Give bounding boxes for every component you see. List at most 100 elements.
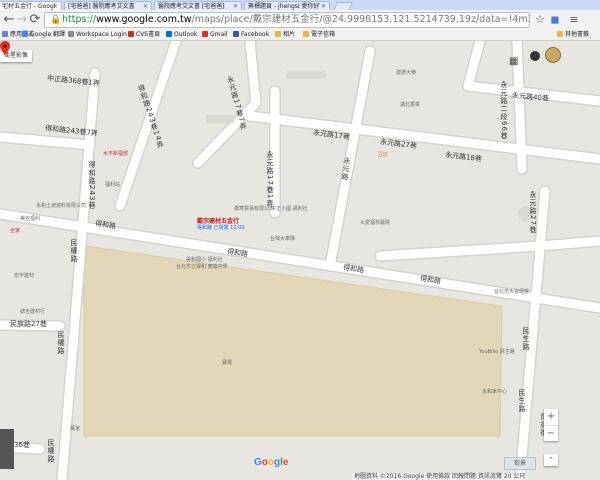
- poi-label: 美容福利: [20, 216, 41, 222]
- map-roads: [0, 41, 600, 480]
- bookmark-label: Facebook: [241, 31, 270, 38]
- street-view-thumbnail[interactable]: [0, 429, 14, 469]
- poi-label: 豆店: [378, 152, 389, 158]
- url-text: https://www.google.com.tw/maps/place/戴宗建…: [62, 13, 529, 27]
- bookmark-facebook[interactable]: Facebook: [233, 30, 269, 40]
- road-label: 得和路243巷: [88, 161, 96, 210]
- building-block: [206, 115, 234, 123]
- folder-icon: [557, 31, 563, 37]
- road-label: 民生路: [522, 327, 530, 351]
- road-label: 民生路: [518, 389, 526, 413]
- poi-label: 宏宇建材: [14, 273, 35, 279]
- folder-icon: [275, 31, 281, 37]
- workspace-icon: [68, 31, 74, 37]
- lock-icon: 🔒: [50, 15, 62, 25]
- notifications-icon[interactable]: [530, 51, 540, 61]
- road-label: 永元路27巷: [529, 191, 537, 234]
- reload-icon[interactable]: ⟳: [28, 13, 42, 27]
- tab-close-icon[interactable]: ✕: [53, 2, 58, 10]
- bookmark-other[interactable]: 其他書籤: [557, 30, 589, 40]
- road-label: 民族路27巷: [10, 320, 47, 328]
- bookmark-star-icon[interactable]: ☆: [533, 13, 547, 27]
- park-area: [83, 245, 503, 437]
- poi-label: 萬家: [70, 426, 81, 432]
- road-label: 永元路17巷1弄: [266, 151, 274, 208]
- bookmark-label: 其他書籤: [565, 31, 590, 38]
- bookmark-label: Outlook: [174, 31, 198, 38]
- map-attribution[interactable]: 地圖資料 ©2016 Google 使用條款 回報問題 資訊流覽 20 公尺: [352, 473, 528, 480]
- road-label: 民權路: [57, 331, 65, 355]
- chevron-up-icon[interactable]: ⌃: [544, 454, 558, 466]
- bookmark-label: Workspace Login: [76, 31, 127, 38]
- place-pin-icon[interactable]: [0, 41, 10, 55]
- pegman-street-view-control[interactable]: 街景: [504, 457, 536, 470]
- poi-label: 台灣大車隊: [270, 236, 296, 242]
- forward-arrow-icon[interactable]: →: [15, 13, 29, 27]
- poi-label: 台北市大資經營: [494, 289, 530, 295]
- road-label: 民權路: [47, 439, 55, 463]
- poi-label: 湖北香菜: [400, 102, 421, 108]
- translate-icon: [22, 31, 28, 37]
- poi-label: 歲寒貿易有限公司: [234, 206, 275, 212]
- poi-label: 水平新福部: [103, 151, 129, 157]
- tab-3-title: 醫院應考艾文書 [宅爸爸]: [158, 3, 225, 10]
- bookmark-google-translate[interactable]: Google 翻譯: [22, 30, 65, 40]
- tab-3[interactable]: 醫院應考艾文書 [宅爸爸] ✕: [154, 1, 242, 10]
- avatar[interactable]: [545, 47, 561, 63]
- tab-close-icon[interactable]: ✕: [233, 2, 238, 10]
- zoom-control: + −: [544, 409, 558, 441]
- google-logo: Google: [254, 457, 289, 468]
- bookmark-gmail[interactable]: Gmail: [202, 30, 228, 40]
- poi-label: 台北市立得和 實驗中學: [176, 264, 228, 270]
- bookmark-label: Gmail: [210, 31, 228, 38]
- map-canvas[interactable]: 衛星影像 ▦ 中正路368巷1弄 得和路243巷14弄 得和路243巷7弄 得和…: [0, 41, 600, 480]
- poi-label: 寶電: [222, 360, 233, 366]
- extension-icon[interactable]: ◼: [548, 13, 562, 27]
- bookmark-workspace-login[interactable]: Workspace Login: [68, 30, 127, 40]
- tab-4[interactable]: 無標題頁 - jhengsi 愛你好 ✕: [244, 1, 330, 10]
- zoom-out-button[interactable]: −: [544, 425, 558, 441]
- outlook-icon: [166, 31, 172, 37]
- bookmark-label: CVS書頁: [136, 31, 161, 38]
- facebook-icon: [233, 31, 239, 37]
- gmail-icon: [202, 31, 208, 37]
- road-label: 永元路二段66巷: [500, 81, 508, 140]
- folder-icon: [303, 31, 309, 37]
- poi-label: 永和家中心: [482, 389, 508, 395]
- poi-label: 全家: [10, 228, 21, 234]
- building-block: [286, 71, 326, 79]
- bookmark-cvs[interactable]: CVS書頁: [128, 30, 160, 40]
- tab-close-icon[interactable]: ✕: [321, 2, 326, 10]
- poi-label: 福利站: [105, 182, 121, 188]
- browser-toolbar: ← → ⟳ 🔒 https://www.google.com.tw/maps/p…: [0, 10, 600, 30]
- bookmarks-bar: 應用程式 Google 翻譯 Workspace Login CVS書頁 Out…: [0, 30, 600, 41]
- scale-bar: 20 公尺: [503, 473, 526, 480]
- back-arrow-icon[interactable]: ←: [2, 13, 16, 27]
- bookmark-photos[interactable]: 相片: [275, 30, 295, 40]
- tab-close-icon[interactable]: ✕: [143, 2, 148, 10]
- zoom-in-button[interactable]: +: [544, 409, 558, 424]
- bookmark-label: 相片: [283, 31, 296, 38]
- bookmark-outlook[interactable]: Outlook: [166, 30, 197, 40]
- bookmark-label: Google 翻譯: [30, 31, 66, 38]
- tab-strip: 宅村五金行 - Googl ✕ [宅爸爸] 醫院應考艾文書 ✕ 醫院應考艾文書 …: [0, 0, 600, 10]
- url-scheme: https://: [62, 14, 97, 25]
- url-path: /maps/place/戴宗建材五金行/@24.9998153,121.5214…: [191, 14, 529, 25]
- cvs-icon: [128, 31, 134, 37]
- tab-1[interactable]: 宅村五金行 - Googl ✕: [0, 1, 62, 10]
- tab-1-title: 宅村五金行 - Googl: [2, 3, 56, 10]
- tab-2[interactable]: [宅爸爸] 醫院應考艾文書 ✕: [64, 1, 152, 10]
- attribution-text: 地圖資料 ©2016 Google 使用條款 回報問題 資訊流覽: [354, 473, 502, 480]
- google-apps-icon[interactable]: ▦: [509, 56, 518, 67]
- menu-icon[interactable]: ≡: [567, 13, 581, 27]
- road-label: 民權路: [70, 239, 78, 263]
- new-tab-button[interactable]: [333, 2, 353, 10]
- bookmark-email[interactable]: 電子信箱: [303, 30, 335, 40]
- address-bar[interactable]: 🔒 https://www.google.com.tw/maps/place/戴…: [44, 12, 530, 28]
- poi-label: 中正小國 福利社: [271, 206, 308, 212]
- poi-label: 建德大樂: [396, 70, 417, 76]
- poi-label: YouBike 民生路: [479, 349, 515, 355]
- road-label: 36巷: [14, 441, 30, 449]
- apps-icon: [2, 31, 8, 37]
- poi-label: 永和土坡資料有限公司: [36, 203, 87, 209]
